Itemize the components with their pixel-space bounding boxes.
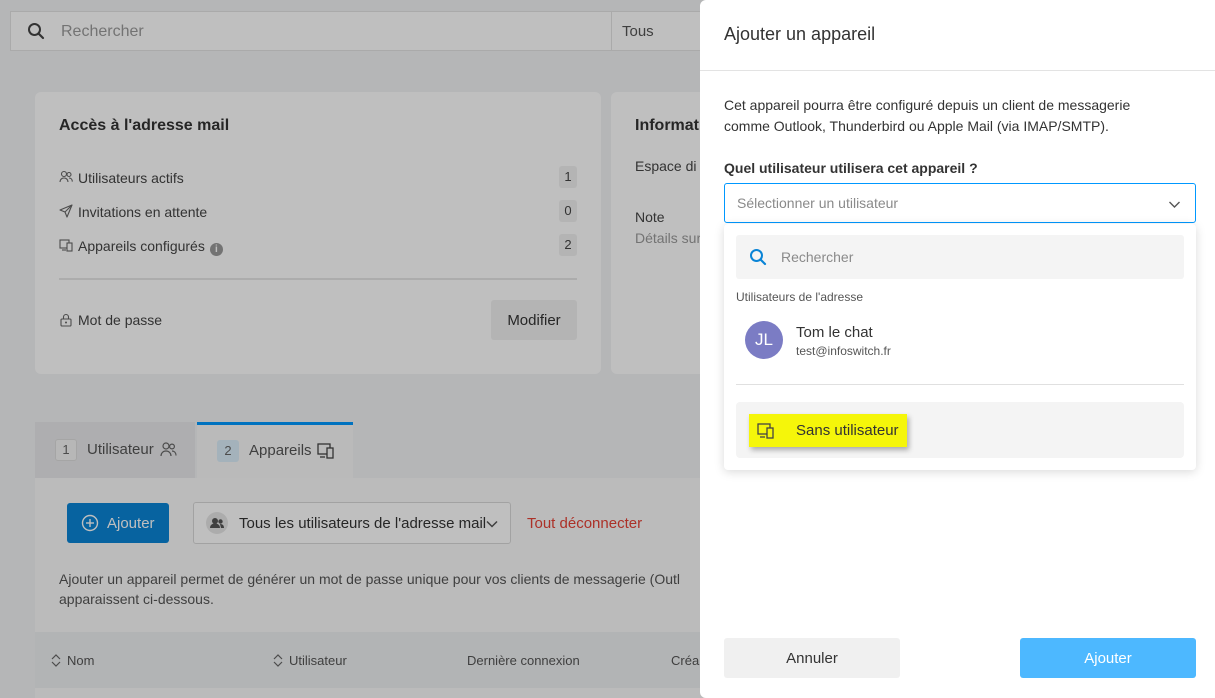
no-user-option-label: Sans utilisateur bbox=[796, 422, 899, 439]
user-option[interactable]: JL Tom le chat test@infoswitch.fr bbox=[736, 316, 1184, 366]
user-field-label: Quel utilisateur utilisera cet appareil … bbox=[724, 160, 978, 176]
divider bbox=[736, 384, 1184, 385]
highlight-marker: Sans utilisateur bbox=[749, 414, 907, 447]
search-icon bbox=[750, 249, 767, 266]
no-user-option[interactable]: Sans utilisateur bbox=[736, 402, 1184, 458]
dropdown-group-label: Utilisateurs de l'adresse bbox=[736, 290, 864, 304]
devices-icon bbox=[757, 423, 774, 439]
add-device-drawer: Ajouter un appareil Cet appareil pourra … bbox=[700, 0, 1215, 698]
chevron-down-icon bbox=[1169, 201, 1180, 208]
dropdown-search[interactable]: Rechercher bbox=[736, 235, 1184, 279]
avatar: JL bbox=[745, 321, 783, 359]
user-select[interactable]: Sélectionner un utilisateur bbox=[724, 183, 1196, 223]
divider bbox=[700, 70, 1215, 71]
dropdown-search-input[interactable]: Rechercher bbox=[781, 249, 853, 265]
user-select-placeholder: Sélectionner un utilisateur bbox=[737, 195, 899, 211]
drawer-title: Ajouter un appareil bbox=[724, 24, 876, 44]
drawer-description: Cet appareil pourra être configuré depui… bbox=[724, 97, 1131, 134]
cancel-button[interactable]: Annuler bbox=[724, 638, 900, 678]
user-dropdown: Rechercher Utilisateurs de l'adresse JL … bbox=[724, 224, 1196, 470]
user-option-email: test@infoswitch.fr bbox=[796, 344, 891, 358]
user-option-name: Tom le chat bbox=[796, 324, 873, 341]
submit-add-device-button[interactable]: Ajouter bbox=[1020, 638, 1196, 678]
